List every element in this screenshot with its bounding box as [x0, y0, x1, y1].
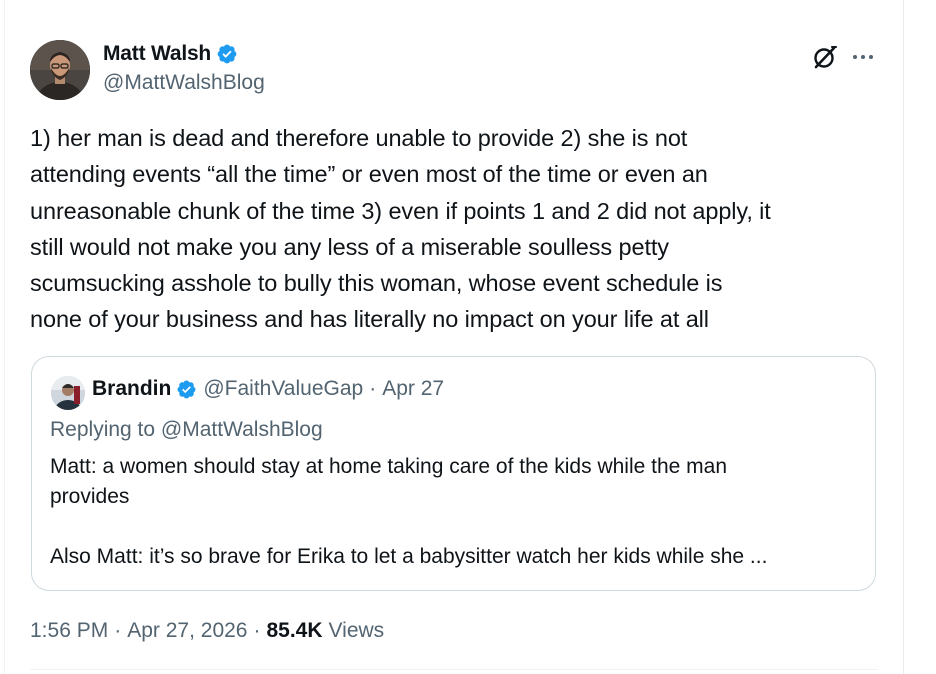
frame-right-border	[903, 0, 904, 674]
views-label: Views	[328, 619, 385, 642]
meta-separator: ·	[114, 619, 122, 642]
quoted-tweet-card[interactable]: Brandin @FaithValueGap · Apr 27 Replying…	[31, 356, 876, 591]
quoted-separator: ·	[369, 377, 377, 400]
quoted-tweet-text: Matt: a women should stay at home taking…	[50, 455, 768, 568]
grok-icon[interactable]	[812, 44, 838, 70]
author-avatar-image	[30, 40, 90, 100]
tweet-time[interactable]: 1:56 PM	[30, 619, 108, 643]
more-icon[interactable]	[850, 46, 876, 68]
quoted-replying-to[interactable]: Replying to @MattWalshBlog	[50, 418, 323, 442]
quoted-date[interactable]: Apr 27	[382, 377, 444, 401]
quoted-header: Brandin @FaithValueGap · Apr 27	[92, 377, 444, 401]
verified-badge-icon[interactable]	[176, 379, 197, 400]
meta-separator: ·	[253, 619, 261, 642]
quoted-author-avatar[interactable]	[51, 376, 85, 410]
author-display-name[interactable]: Matt Walsh	[103, 42, 211, 66]
views-count[interactable]: 85.4K	[266, 619, 322, 643]
tweet-meta: 1:56 PM · Apr 27, 2026 · 85.4K Views	[30, 619, 384, 643]
author-handle[interactable]: @MattWalshBlog	[103, 71, 265, 95]
quoted-author-handle[interactable]: @FaithValueGap	[203, 377, 363, 401]
author-avatar[interactable]	[30, 40, 90, 100]
divider	[30, 669, 878, 670]
quoted-avatar-image	[51, 376, 85, 410]
verified-badge-icon[interactable]	[216, 43, 238, 65]
tweet-date[interactable]: Apr 27, 2026	[127, 619, 247, 643]
frame-left-border	[4, 0, 5, 674]
author-name-row: Matt Walsh	[103, 42, 238, 66]
tweet-text: 1) her man is dead and therefore unable …	[30, 125, 771, 333]
quoted-author-name[interactable]: Brandin	[92, 377, 171, 401]
